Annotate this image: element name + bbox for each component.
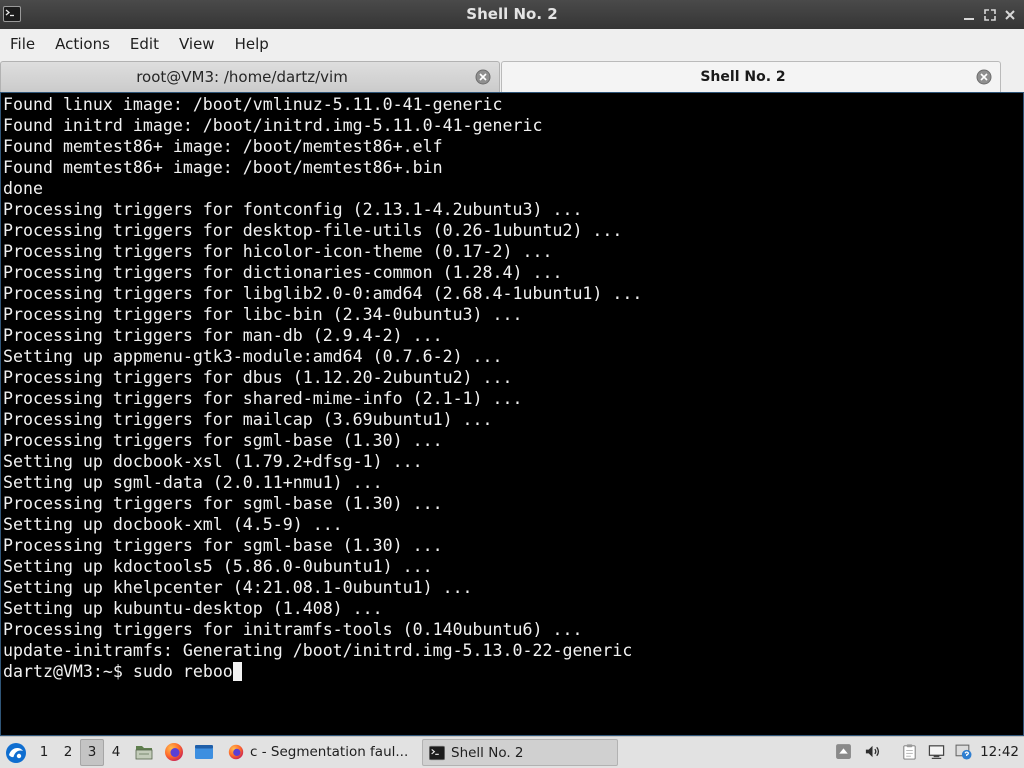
start-menu-button[interactable]	[3, 740, 29, 766]
close-icon[interactable]	[1003, 8, 1017, 22]
firefox-icon[interactable]	[164, 742, 184, 762]
terminal-line: Found linux image: /boot/vmlinuz-5.11.0-…	[3, 95, 503, 114]
terminal-line: Processing triggers for sgml-base (1.30)…	[3, 431, 443, 450]
show-desktop-icon[interactable]	[194, 742, 214, 762]
taskbar: 1 2 3 4 c - Segmentation faul... Shell N…	[0, 736, 1024, 768]
terminal-line: Processing triggers for libc-bin (2.34-0…	[3, 305, 523, 324]
clock[interactable]: 12:42	[980, 737, 1019, 767]
terminal-line: Setting up kubuntu-desktop (1.408) ...	[3, 599, 383, 618]
task-button-firefox[interactable]: c - Segmentation faul...	[222, 739, 418, 766]
terminal-line: Processing triggers for desktop-file-uti…	[3, 221, 623, 240]
terminal-icon	[429, 745, 445, 761]
terminal-line: Found initrd image: /boot/initrd.img-5.1…	[3, 116, 543, 135]
terminal-line: Setting up kdoctools5 (5.86.0-0ubuntu1) …	[3, 557, 433, 576]
workspace-button-3[interactable]: 3	[80, 739, 104, 766]
tab-root-vim[interactable]: root@VM3: /home/dartz/vim	[0, 61, 500, 92]
workspace-button-4[interactable]: 4	[104, 739, 128, 766]
shell-prompt: dartz@VM3:~$	[3, 662, 123, 681]
tab-bar: root@VM3: /home/dartz/vim Shell No. 2	[0, 59, 1024, 92]
menu-edit[interactable]: Edit	[120, 29, 169, 59]
minimize-icon[interactable]	[962, 8, 976, 22]
menu-bar: File Actions Edit View Help	[0, 29, 1024, 59]
lubuntu-logo-icon	[6, 743, 26, 763]
workspace-button-1[interactable]: 1	[32, 739, 56, 766]
terminal-line: Found memtest86+ image: /boot/memtest86+…	[3, 158, 443, 177]
tab-close-icon[interactable]	[976, 69, 992, 85]
menu-help[interactable]: Help	[225, 29, 279, 59]
maximize-icon[interactable]	[983, 8, 997, 22]
terminal-line: Processing triggers for dbus (1.12.20-2u…	[3, 368, 513, 387]
menu-view[interactable]: View	[169, 29, 225, 59]
terminal-line: done	[3, 179, 43, 198]
tab-label: Shell No. 2	[700, 69, 786, 85]
tab-label: root@VM3: /home/dartz/vim	[136, 68, 348, 86]
terminal-line: Processing triggers for shared-mime-info…	[3, 389, 523, 408]
terminal-line: Processing triggers for sgml-base (1.30)…	[3, 494, 443, 513]
terminal-line: Processing triggers for sgml-base (1.30)…	[3, 536, 443, 555]
terminal-icon[interactable]	[3, 5, 21, 23]
terminal-line: Processing triggers for man-db (2.9.4-2)…	[3, 326, 443, 345]
terminal-cursor	[232, 662, 242, 681]
terminal-line: Processing triggers for fontconfig (2.13…	[3, 200, 583, 219]
terminal-line: Setting up sgml-data (2.0.11+nmu1) ...	[3, 473, 383, 492]
title-bar[interactable]: Shell No. 2	[0, 0, 1024, 29]
tab-close-icon[interactable]	[475, 69, 491, 85]
terminal-line: Processing triggers for libglib2.0-0:amd…	[3, 284, 643, 303]
terminal-line: Processing triggers for initramfs-tools …	[3, 620, 583, 639]
terminal-line: Processing triggers for hicolor-icon-the…	[3, 242, 553, 261]
menu-file[interactable]: File	[0, 29, 45, 59]
menu-actions[interactable]: Actions	[45, 29, 120, 59]
task-label: Shell No. 2	[451, 745, 524, 761]
terminal-line: Setting up khelpcenter (4:21.08.1-0ubunt…	[3, 578, 473, 597]
workspace-button-2[interactable]: 2	[56, 739, 80, 766]
terminal-line: Setting up appmenu-gtk3-module:amd64 (0.…	[3, 347, 503, 366]
terminal-line: Processing triggers for mailcap (3.69ubu…	[3, 410, 493, 429]
file-manager-icon[interactable]	[134, 742, 154, 762]
clipboard-icon[interactable]	[901, 743, 918, 760]
tab-shell-no-2[interactable]: Shell No. 2	[501, 61, 1001, 92]
prompt-line: dartz@VM3:~$ sudo reboo	[3, 661, 1023, 682]
firefox-icon	[228, 744, 244, 760]
update-notifier-icon[interactable]	[955, 743, 972, 760]
terminal-output[interactable]: Found linux image: /boot/vmlinuz-5.11.0-…	[0, 92, 1024, 736]
volume-icon[interactable]	[864, 743, 881, 760]
network-icon[interactable]	[928, 743, 945, 760]
tray-expand-icon[interactable]	[835, 743, 852, 760]
window-title: Shell No. 2	[466, 5, 558, 23]
terminal-line: Setting up docbook-xml (4.5-9) ...	[3, 515, 343, 534]
command-input[interactable]: sudo reboo	[133, 662, 233, 681]
task-button-terminal[interactable]: Shell No. 2	[422, 739, 618, 766]
terminal-line: Found memtest86+ image: /boot/memtest86+…	[3, 137, 443, 156]
task-label: c - Segmentation faul...	[250, 744, 409, 760]
terminal-line: update-initramfs: Generating /boot/initr…	[3, 641, 633, 660]
terminal-line: Setting up docbook-xsl (1.79.2+dfsg-1) .…	[3, 452, 423, 471]
terminal-line: Processing triggers for dictionaries-com…	[3, 263, 563, 282]
